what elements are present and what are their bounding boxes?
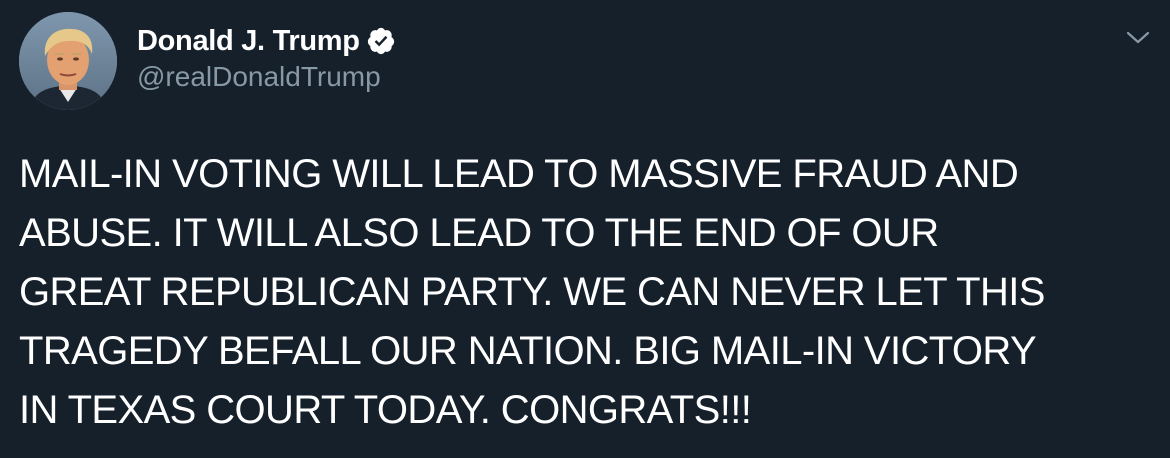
author-handle[interactable]: @realDonaldTrump [137, 61, 381, 93]
chevron-down-icon [1126, 31, 1150, 44]
tweet-card: Donald J. Trump @realDonaldTrump MAIL-IN… [0, 0, 1170, 458]
tweet-text-line: MAIL-IN VOTING WILL LEAD TO MASSIVE FRAU… [19, 152, 1019, 196]
tweet-text-line: TRAGEDY BEFALL OUR NATION. BIG MAIL-IN V… [19, 329, 1037, 373]
tweet-text-line: GREAT REPUBLICAN PARTY. WE CAN NEVER LET… [19, 270, 1045, 314]
tweet-menu-button[interactable] [1124, 26, 1152, 50]
tweet-text-line: ABUSE. IT WILL ALSO LEAD TO THE END OF O… [19, 211, 939, 255]
author-name-row: Donald J. Trump [137, 22, 396, 60]
avatar-image [19, 12, 117, 110]
verified-badge-icon [366, 26, 396, 56]
tweet-text-line: IN TEXAS COURT TODAY. CONGRATS!!! [19, 388, 752, 432]
author-display-name[interactable]: Donald J. Trump [137, 25, 360, 58]
tweet-text: MAIL-IN VOTING WILL LEAD TO MASSIVE FRAU… [19, 145, 1159, 440]
avatar[interactable] [19, 12, 117, 110]
